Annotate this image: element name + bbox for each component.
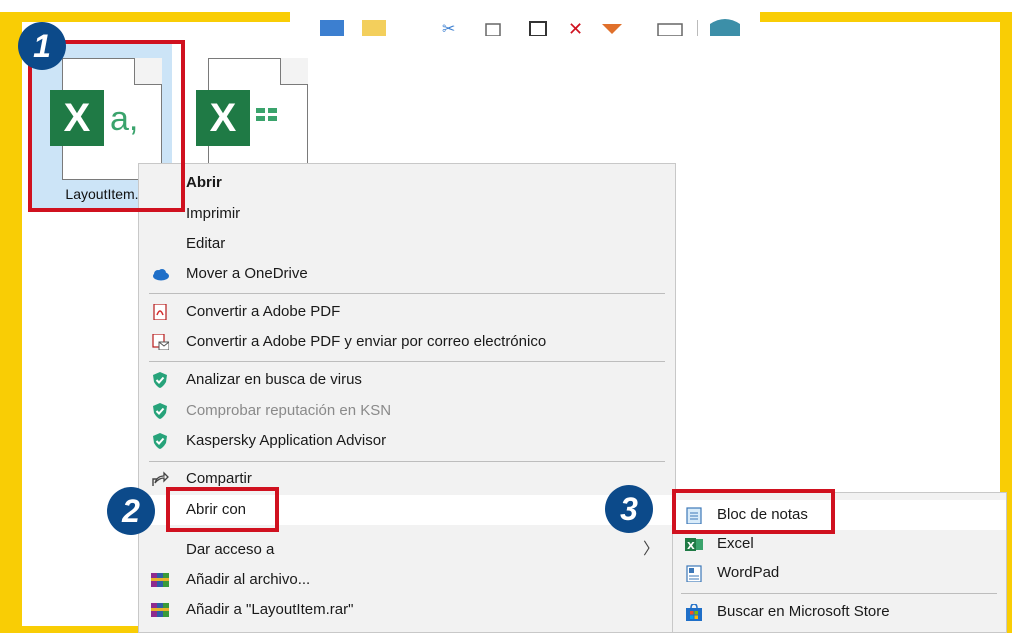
rename-icon — [602, 24, 622, 34]
menu-item-label: Añadir a "LayoutItem.rar" — [186, 601, 354, 618]
excel-doc-icon: X — [196, 58, 308, 180]
toolbar-icons: ✂ ✕ — [320, 19, 740, 40]
store-icon — [686, 604, 702, 621]
submenu-item-label: WordPad — [717, 564, 780, 581]
menu-item-editar[interactable]: Editar — [139, 229, 675, 259]
menu-separator — [149, 461, 665, 462]
highlight-box-bloc-de-notas — [672, 489, 835, 534]
menu-item-label: Mover a OneDrive — [186, 265, 308, 282]
menu-item-label: Convertir a Adobe PDF — [186, 303, 341, 320]
menu-item-anadir-archivo[interactable]: Añadir al archivo... — [139, 565, 675, 595]
share-icon — [152, 471, 169, 486]
kaspersky-shield-icon — [153, 372, 167, 388]
menu-item-analizar-virus[interactable]: Analizar en busca de virus — [139, 365, 675, 395]
kaspersky-shield-icon — [153, 433, 167, 449]
folder-icon — [362, 20, 386, 36]
delete-icon: ✕ — [568, 19, 583, 36]
step-badge-2: 2 — [107, 487, 155, 535]
menu-item-label: Dar acceso a — [186, 541, 275, 558]
menu-item-mover-onedrive[interactable]: Mover a OneDrive — [139, 259, 675, 289]
menu-item-label: Abrir — [186, 174, 222, 191]
menu-separator — [149, 361, 665, 362]
grid-icon — [256, 108, 277, 121]
explorer-toolbar: ✂ ✕ — [290, 10, 760, 40]
winrar-icon — [151, 603, 169, 617]
chevron-right-icon: 〉 — [642, 541, 659, 558]
view-icon — [320, 20, 344, 36]
frame-left-border — [0, 12, 22, 633]
copy-icon — [485, 23, 501, 37]
cloud-icon — [153, 269, 169, 281]
excel-badge: X — [196, 90, 250, 146]
kaspersky-shield-icon — [153, 403, 167, 419]
highlight-box-abrir-con — [166, 487, 279, 532]
excel-icon: X — [685, 538, 703, 552]
submenu-item-label: Buscar en Microsoft Store — [717, 603, 890, 620]
toolbar-divider — [697, 20, 698, 36]
cut-icon: ✂ — [442, 19, 455, 36]
menu-item-imprimir[interactable]: Imprimir — [139, 199, 675, 229]
menu-item-abrir[interactable]: Abrir — [139, 168, 675, 198]
menu-item-label: Editar — [186, 235, 226, 252]
menu-separator — [149, 293, 665, 294]
context-menu: Abrir Imprimir Editar Mover a OneDrive C… — [138, 163, 676, 633]
menu-item-anadir-rar[interactable]: Añadir a "LayoutItem.rar" — [139, 595, 675, 625]
menu-item-label: Comprobar reputación en KSN — [186, 402, 392, 419]
menu-item-label: Añadir al archivo... — [186, 571, 311, 588]
menu-item-label: Analizar en busca de virus — [186, 371, 362, 388]
step-badge-3: 3 — [605, 485, 653, 533]
menu-item-label: Imprimir — [186, 205, 241, 222]
network-icon — [710, 19, 740, 36]
adobe-pdf-icon — [153, 304, 167, 320]
menu-item-comprobar-ksn[interactable]: Comprobar reputación en KSN — [139, 396, 675, 426]
submenu-item-wordpad[interactable]: WordPad — [673, 558, 1006, 588]
winrar-icon — [151, 573, 169, 587]
submenu-item-microsoft-store[interactable]: Buscar en Microsoft Store — [673, 597, 1006, 627]
adobe-pdf-mail-icon — [152, 334, 169, 350]
menu-item-kaspersky-advisor[interactable]: Kaspersky Application Advisor — [139, 426, 675, 456]
svg-text:X: X — [687, 541, 695, 552]
paste-icon — [529, 21, 547, 37]
menu-item-label: Convertir a Adobe PDF y enviar por corre… — [186, 333, 547, 350]
submenu-separator — [681, 593, 997, 594]
menu-item-dar-acceso[interactable]: Dar acceso a 〉 — [139, 535, 675, 565]
menu-item-convertir-pdf[interactable]: Convertir a Adobe PDF — [139, 297, 675, 327]
wordpad-icon — [686, 565, 702, 582]
step-badge-1: 1 — [18, 22, 66, 70]
doc-fold — [280, 58, 308, 85]
properties-icon — [657, 23, 683, 37]
menu-item-label: Kaspersky Application Advisor — [186, 432, 387, 449]
menu-item-convertir-pdf-correo[interactable]: Convertir a Adobe PDF y enviar por corre… — [139, 327, 675, 357]
